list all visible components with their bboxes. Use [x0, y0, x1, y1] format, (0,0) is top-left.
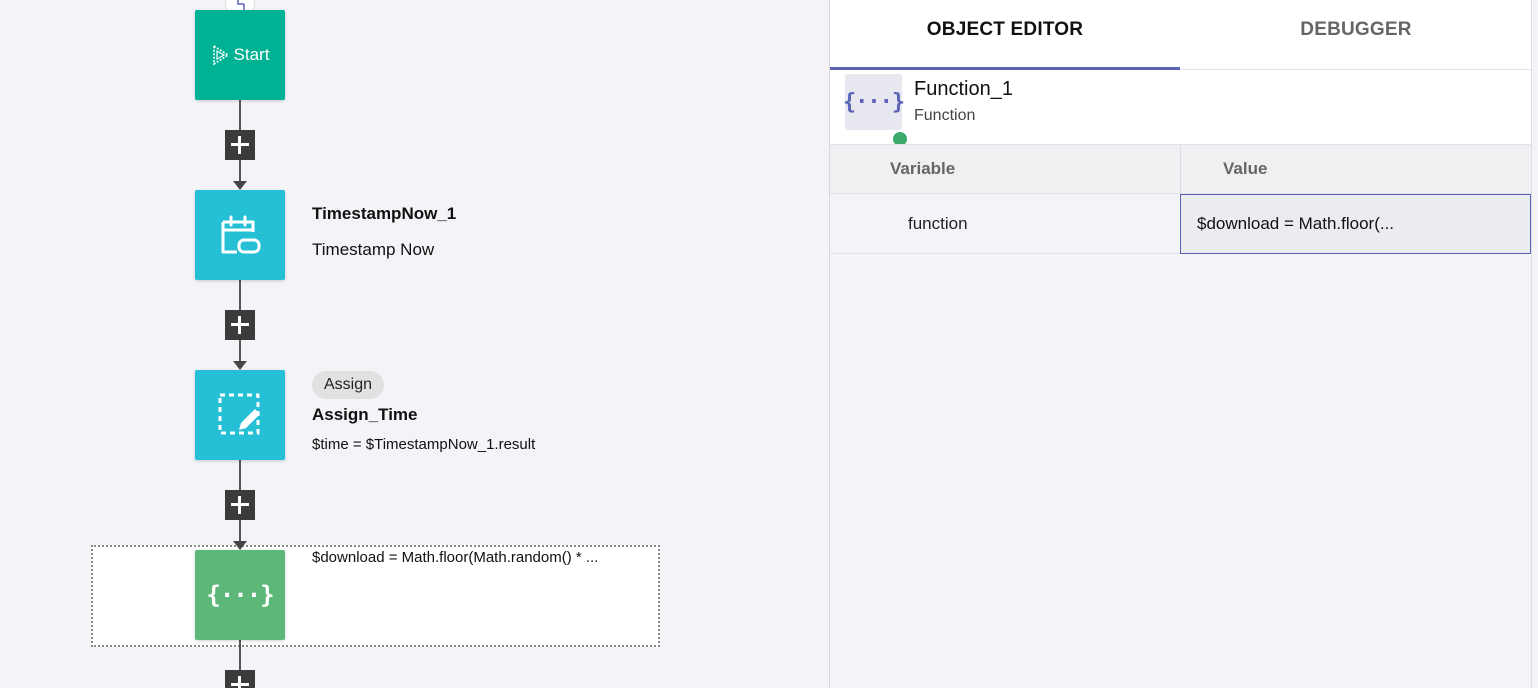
connector-arrow	[233, 361, 247, 370]
variable-cell: function	[908, 214, 968, 233]
grid-header: Variable Value	[830, 144, 1531, 195]
tab-debugger[interactable]: DEBUGGER	[1181, 0, 1531, 70]
panel-scrollbar[interactable]	[1531, 0, 1538, 688]
column-header-value[interactable]: Value	[1223, 159, 1267, 179]
timestamp-node-title: TimestampNow_1	[312, 204, 457, 223]
column-separator[interactable]	[1180, 145, 1181, 195]
panel-tabs: OBJECT EDITOR DEBUGGER	[830, 0, 1531, 70]
assign-node[interactable]	[195, 370, 285, 460]
timestamp-node-subtitle: Timestamp Now	[312, 240, 435, 259]
value-cell[interactable]: $download = Math.floor(...	[1180, 194, 1531, 254]
function-icon: {···}	[842, 89, 905, 115]
function-node-expression: $download = Math.floor(Math.random() * .…	[312, 549, 599, 566]
calendar-icon	[221, 215, 261, 254]
timestamp-node[interactable]	[195, 190, 285, 280]
connector-arrow	[233, 181, 247, 190]
add-step-button[interactable]	[225, 310, 255, 340]
value-cell-text: $download = Math.floor(...	[1197, 214, 1395, 233]
function-icon: {···}	[206, 581, 274, 609]
function-node[interactable]: {···}	[195, 550, 285, 640]
object-type: Function	[914, 107, 976, 124]
object-icon: {···}	[842, 74, 905, 130]
add-step-button[interactable]	[225, 130, 255, 160]
start-node[interactable]: Start	[195, 10, 285, 100]
edit-selection-icon	[218, 393, 260, 435]
connector-arrow	[233, 541, 247, 550]
assign-node-title: Assign_Time	[312, 405, 418, 424]
column-header-variable[interactable]: Variable	[890, 159, 955, 179]
app-root: Start TimestampNow_1 Timestamp Now Assig…	[0, 0, 1538, 688]
grid-row[interactable]: function $download = Math.floor(...	[830, 194, 1531, 254]
object-name: Function_1	[914, 78, 1013, 100]
variables-grid: Variable Value function $download = Math…	[830, 144, 1531, 254]
play-icon	[212, 44, 230, 66]
assign-node-expression: $time = $TimestampNow_1.result	[312, 436, 536, 453]
add-step-button[interactable]	[225, 490, 255, 520]
add-step-button[interactable]	[225, 670, 255, 688]
flow-canvas[interactable]: Start TimestampNow_1 Timestamp Now Assig…	[0, 0, 829, 688]
object-header: {···} Function_1 Function	[830, 70, 1531, 146]
start-node-label: Start	[233, 45, 270, 64]
node-type-badge: Assign	[312, 371, 385, 399]
properties-panel: OBJECT EDITOR DEBUGGER {···} Function_1 …	[829, 0, 1538, 688]
tab-object-editor[interactable]: OBJECT EDITOR	[830, 0, 1180, 70]
